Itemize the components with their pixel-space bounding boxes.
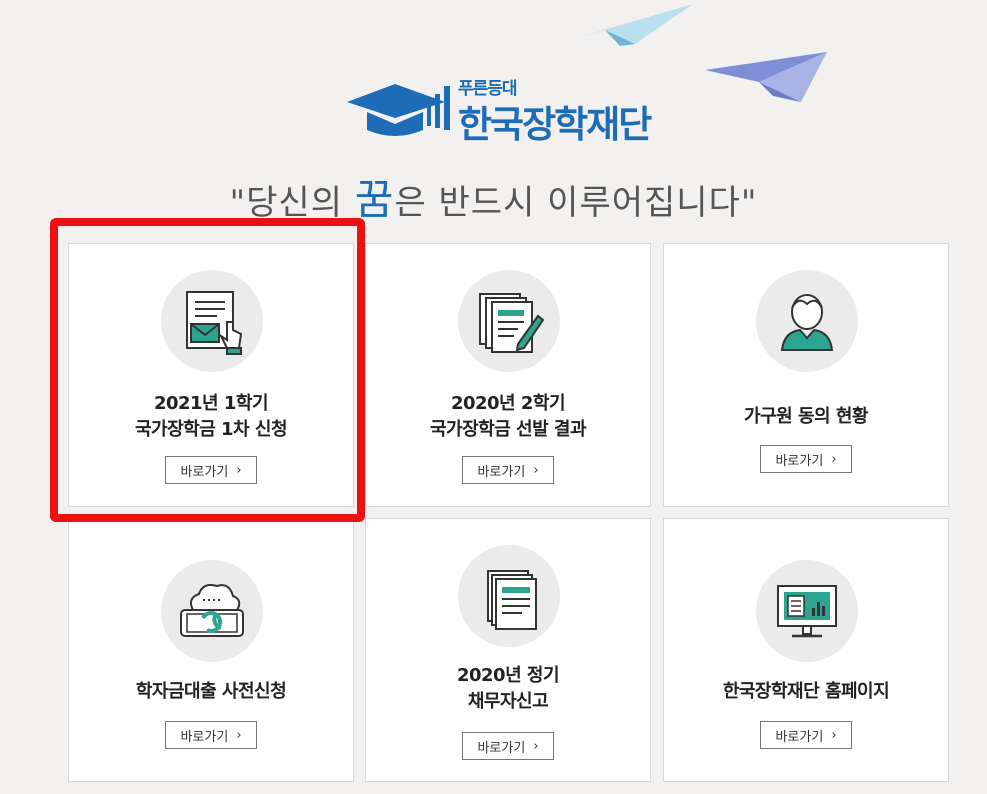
application-document-icon	[186, 291, 243, 355]
logo-title: 한국장학재단	[458, 103, 652, 146]
card-title-line2: 국가장학금 1차 신청	[134, 419, 288, 440]
go-button[interactable]: 바로가기 ›	[462, 456, 554, 484]
chevron-right-icon: ›	[533, 462, 539, 478]
slogan: "당신의 꿈은 반드시 이루어집니다"	[0, 166, 987, 227]
go-button[interactable]: 바로가기 ›	[760, 445, 852, 473]
card-title-line1: 2020년 2학기	[450, 393, 566, 414]
go-button-label: 바로가기	[180, 729, 229, 745]
chevron-right-icon: ›	[533, 738, 539, 754]
card-icon-circle	[458, 270, 560, 372]
go-button[interactable]: 바로가기 ›	[462, 732, 554, 760]
graduation-cap-icon	[347, 84, 450, 136]
card-kosaf-homepage[interactable]: 한국장학재단 홈페이지 바로가기 ›	[663, 518, 949, 782]
slogan-rest: 은 반드시 이루어집니다"	[394, 183, 758, 223]
card-title: 2020년 2학기 국가장학금 선발 결과	[366, 391, 650, 443]
go-button[interactable]: 바로가기 ›	[165, 456, 257, 484]
card-debtor-report[interactable]: 2020년 정기 채무자신고 바로가기 ›	[365, 518, 651, 782]
document-stack-icon	[487, 570, 537, 630]
card-title-line1: 가구원 동의 현황	[744, 406, 868, 427]
card-title: 학자금대출 사전신청	[69, 679, 353, 705]
paper-plane-icon	[570, 4, 693, 46]
documents-pen-icon	[479, 293, 544, 353]
card-icon-circle	[756, 270, 858, 372]
brand-logo[interactable]: 푸른등대 한국장학재단	[345, 72, 655, 146]
monitor-icon	[777, 585, 837, 638]
card-title: 한국장학재단 홈페이지	[664, 679, 948, 705]
card-student-loan[interactable]: 학자금대출 사전신청 바로가기 ›	[68, 518, 354, 782]
chevron-right-icon: ›	[236, 462, 242, 478]
go-button-label: 바로가기	[775, 453, 824, 469]
chevron-right-icon: ›	[831, 727, 837, 743]
go-button[interactable]: 바로가기 ›	[760, 721, 852, 749]
card-title: 2020년 정기 채무자신고	[366, 663, 650, 715]
card-title-line1: 한국장학재단 홈페이지	[722, 681, 890, 702]
card-title-line1: 2020년 정기	[456, 665, 560, 686]
card-title: 가구원 동의 현황	[664, 404, 948, 430]
go-button-label: 바로가기	[180, 464, 229, 480]
chevron-right-icon: ›	[236, 727, 242, 743]
go-button-label: 바로가기	[775, 729, 824, 745]
chevron-right-icon: ›	[831, 451, 837, 467]
card-title: 2021년 1학기 국가장학금 1차 신청	[69, 391, 353, 443]
card-icon-circle	[161, 270, 263, 372]
card-title-line2: 국가장학금 선발 결과	[429, 419, 587, 440]
card-icon-circle	[458, 545, 560, 647]
card-scholarship-result[interactable]: 2020년 2학기 국가장학금 선발 결과 바로가기 ›	[365, 243, 651, 507]
card-title-line2: 채무자신고	[467, 691, 549, 712]
card-title-line1: 2021년 1학기	[153, 393, 269, 414]
card-household-consent[interactable]: 가구원 동의 현황 바로가기 ›	[663, 243, 949, 507]
card-scholarship-application[interactable]: 2021년 1학기 국가장학금 1차 신청 바로가기 ›	[68, 243, 354, 507]
go-button[interactable]: 바로가기 ›	[165, 721, 257, 749]
paper-plane-icon	[705, 52, 827, 102]
card-title-line1: 학자금대출 사전신청	[135, 681, 287, 702]
person-icon	[780, 294, 834, 351]
slogan-emphasis: 꿈	[354, 175, 395, 224]
card-icon-circle	[756, 560, 858, 662]
slogan-open: "당신의	[229, 183, 355, 223]
go-button-label: 바로가기	[477, 740, 526, 756]
cloud-sync-icon	[180, 584, 244, 637]
card-icon-circle	[161, 560, 263, 662]
go-button-label: 바로가기	[477, 464, 526, 480]
